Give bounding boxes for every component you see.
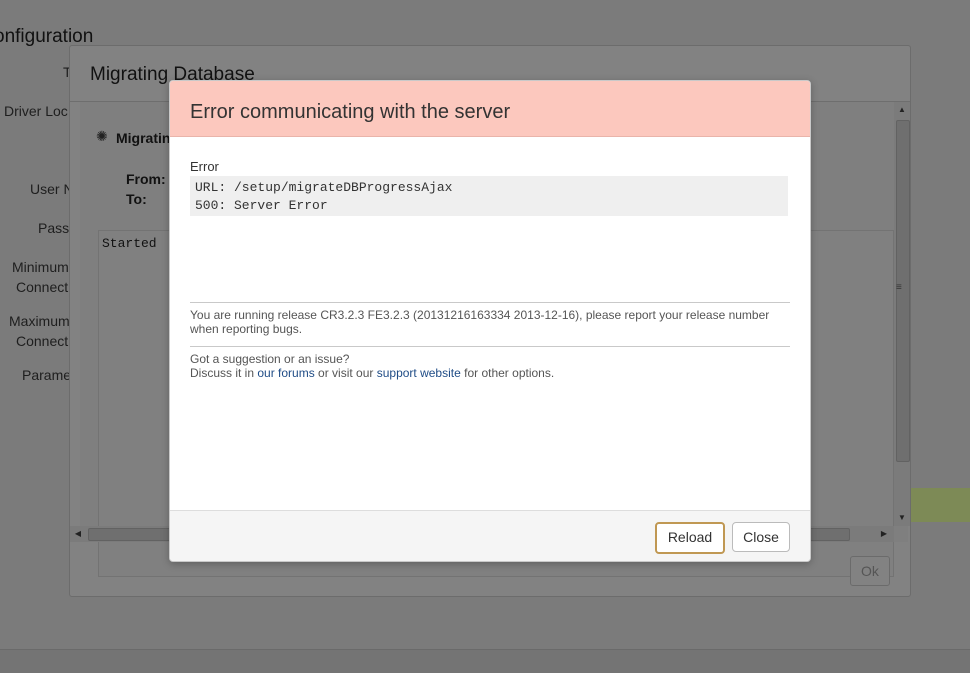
scroll-left-arrow-icon[interactable]: ◀	[70, 526, 86, 542]
ok-button[interactable]: Ok	[850, 556, 890, 586]
divider	[190, 346, 790, 347]
bg-label-min-connections: Connect	[16, 279, 69, 295]
close-button[interactable]: Close	[732, 522, 790, 552]
divider	[190, 302, 790, 303]
error-status: 500: Server Error	[195, 198, 328, 213]
discuss-middle: or visit our	[314, 366, 377, 380]
bg-progress-panel	[905, 488, 970, 522]
discuss-text: Discuss it in our forums or visit our su…	[190, 366, 554, 380]
scroll-down-arrow-icon[interactable]: ▼	[894, 510, 910, 526]
reload-button[interactable]: Reload	[655, 522, 725, 554]
from-label: From:	[126, 171, 166, 187]
error-dialog-title: Error communicating with the server	[190, 101, 511, 123]
spinner-icon: ✺	[96, 128, 108, 144]
bg-label-parameters: Parame	[22, 367, 72, 383]
bg-label-minimum: Minimum	[12, 259, 69, 275]
error-dialog-header: Error communicating with the server	[170, 81, 810, 137]
support-website-link[interactable]: support website	[377, 366, 461, 380]
scroll-grip-icon: ≡	[896, 282, 902, 293]
to-label: To:	[126, 191, 147, 207]
discuss-prefix: Discuss it in	[190, 366, 258, 380]
discuss-suffix: for other options.	[460, 366, 555, 380]
migration-status: Migratin	[116, 130, 171, 146]
error-dialog: Error communicating with the server Erro…	[169, 80, 811, 562]
release-info: You are running release CR3.2.3 FE3.2.3 …	[190, 308, 770, 336]
scroll-up-arrow-icon[interactable]: ▲	[894, 102, 910, 118]
error-label: Error	[190, 159, 219, 174]
vertical-scrollbar[interactable]: ▲ ≡ ▼	[894, 102, 910, 526]
bg-label-max-connections: Connect	[16, 333, 69, 349]
bg-label-driver-location: Driver Loc	[4, 103, 68, 119]
suggestion-text: Got a suggestion or an issue?	[190, 352, 350, 366]
error-dialog-footer: Reload Close	[170, 510, 810, 561]
bg-label-username: User N	[30, 181, 74, 197]
forums-link[interactable]: our forums	[257, 366, 314, 380]
error-details: URL: /setup/migrateDBProgressAjax 500: S…	[190, 176, 788, 216]
scroll-right-arrow-icon[interactable]: ▶	[876, 526, 892, 542]
bg-label-password: Pass	[38, 220, 70, 236]
log-line: Started	[102, 236, 157, 251]
bg-label-maximum: Maximum	[9, 313, 70, 329]
error-url: URL: /setup/migrateDBProgressAjax	[195, 180, 453, 195]
bg-footer	[0, 649, 970, 673]
